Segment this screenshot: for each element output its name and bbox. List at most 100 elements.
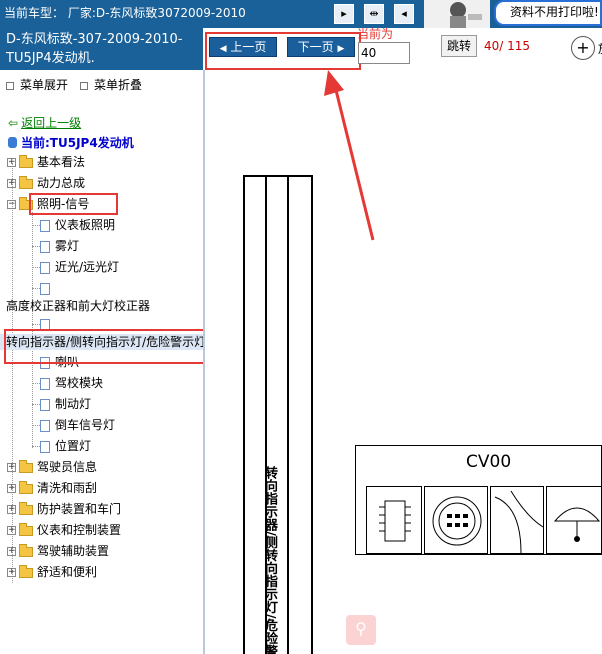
expand-icon[interactable]: + — [7, 526, 16, 535]
zoom-in-icon[interactable]: + — [571, 36, 595, 60]
annotation-box-nav — [205, 32, 361, 70]
database-icon — [8, 137, 17, 148]
annotation-box-lighting — [29, 193, 118, 215]
document-icon — [40, 219, 50, 232]
tree-item-label: 舒适和便利 — [37, 565, 98, 579]
page-number-input[interactable]: 40 — [358, 42, 410, 64]
folder-icon — [19, 522, 33, 536]
tree-item-label: 基本看法 — [37, 155, 86, 169]
tree-item-driver-info[interactable]: + 驾驶员信息 — [7, 459, 97, 475]
sidebar-tree: 菜单展开 菜单折叠 ⇦ 返回上一级 当前:TU5JP4发动机 + 基本看法 + 动力总… — [0, 70, 205, 654]
tree-item-label: 仪表板照明 — [55, 218, 116, 232]
diagram-viewer[interactable]: 转向指示器/侧转向指示灯/危险警告灯 CV00 ⚲ — [205, 70, 602, 654]
document-icon — [40, 440, 50, 453]
folder-icon — [19, 154, 33, 168]
document-icon — [40, 398, 50, 411]
tree-item-wash-wipe[interactable]: + 清洗和雨刮 — [7, 480, 97, 496]
tree-item-label: 高度校正器和前大灯校正器 — [6, 299, 151, 313]
diagram-vertical-title: 转向指示器/侧转向指示灯/危险警告灯 — [262, 466, 277, 654]
connector-box: CV00 — [355, 445, 602, 555]
expand-all-button[interactable]: 菜单展开 — [6, 76, 68, 93]
back-arrow-icon: ⇦ — [8, 116, 19, 130]
tree-item-instruments-controls[interactable]: + 仪表和控制装置 — [7, 522, 121, 538]
tree-guide — [12, 163, 13, 583]
document-icon — [40, 377, 50, 390]
wire-junction-icon — [490, 486, 544, 554]
mascot-image — [424, 0, 490, 28]
vehicle-title: D-东风标致-307-2009-2010- TU5JP4发动机. — [0, 28, 203, 70]
current-node: 当前:TU5JP4发动机 — [8, 134, 134, 151]
expand-icon[interactable]: + — [7, 568, 16, 577]
current-vehicle-text: 当前车型： 厂家:D-东风标致3072009-2010 — [4, 6, 246, 20]
current-page-label: 当前为 — [357, 27, 394, 41]
tree-item-label: 清洗和雨刮 — [37, 481, 98, 495]
back-link[interactable]: ⇦ 返回上一级 — [8, 114, 81, 131]
back-link-label: 返回上一级 — [21, 116, 82, 130]
tree-item-blank-1[interactable] — [40, 280, 55, 296]
chip-icon — [366, 486, 422, 554]
split-view-icon[interactable]: ⇹ — [364, 4, 384, 24]
tree-item-label: 近光/远光灯 — [55, 260, 120, 274]
tree-guide — [32, 324, 40, 325]
tree-item-label: 动力总成 — [37, 176, 86, 190]
tree-item-brake-light[interactable]: 制动灯 — [40, 396, 91, 412]
annotation-box-turn-signal — [4, 329, 203, 364]
page-indicator: 40/ 115 — [484, 39, 531, 53]
folder-icon — [19, 564, 33, 578]
tree-item-driving-assist[interactable]: + 驾驶辅助装置 — [7, 543, 109, 559]
document-icon — [40, 261, 50, 274]
expand-icon[interactable]: + — [7, 158, 16, 167]
expand-icon[interactable]: + — [7, 505, 16, 514]
page-toolbar: ◀ 上一页 下一页 ▶ 当前为 40 跳转 40/ 115 + 放 — [205, 27, 602, 70]
tree-item-label: 驾校模块 — [55, 376, 104, 390]
folder-icon — [19, 501, 33, 515]
expand-icon[interactable]: + — [7, 463, 16, 472]
tree-item-fog-light[interactable]: 雾灯 — [40, 238, 79, 254]
collapse-icon[interactable]: − — [7, 200, 16, 209]
lamp-icon — [546, 486, 602, 554]
folder-icon — [19, 480, 33, 494]
tree-item-headlight-leveler[interactable]: 高度校正器和前大灯校正器 — [6, 298, 150, 314]
collapse-all-label: 菜单折叠 — [94, 78, 143, 92]
search-icon[interactable]: ⚲ — [346, 615, 376, 645]
collapse-all-button[interactable]: 菜单折叠 — [80, 76, 142, 93]
tree-guide — [32, 446, 40, 447]
tree-item-reverse-light[interactable]: 倒车信号灯 — [40, 417, 115, 433]
tree-item-label: 位置灯 — [55, 439, 92, 453]
tree-guide — [32, 404, 40, 405]
document-icon — [40, 419, 50, 432]
tree-item-label: 防护装置和车门 — [37, 502, 122, 516]
current-node-label: 当前:TU5JP4发动机 — [21, 136, 134, 150]
expand-all-label: 菜单展开 — [20, 78, 69, 92]
single-page-icon[interactable]: ◂ — [394, 4, 414, 24]
tree-guide — [32, 383, 40, 384]
tree-item-dashboard-light[interactable]: 仪表板照明 — [40, 217, 115, 233]
jump-button[interactable]: 跳转 — [441, 35, 477, 57]
folder-icon — [19, 543, 33, 557]
tree-item-protection-doors[interactable]: + 防护装置和车门 — [7, 501, 121, 517]
connector-label: CV00 — [466, 452, 512, 472]
tree-item-basics[interactable]: + 基本看法 — [7, 154, 85, 170]
tree-item-label: 制动灯 — [55, 397, 92, 411]
tree-item-powertrain[interactable]: + 动力总成 — [7, 175, 85, 191]
no-print-note: 资料不用打印啦! — [494, 0, 602, 26]
tree-item-headlight[interactable]: 近光/远光灯 — [40, 259, 119, 275]
expand-icon[interactable]: + — [7, 179, 16, 188]
tree-item-position-light[interactable]: 位置灯 — [40, 438, 91, 454]
tree-guide — [32, 267, 40, 268]
play-icon[interactable]: ▸ — [334, 4, 354, 24]
diagram-divider — [287, 177, 289, 654]
document-icon — [40, 240, 50, 253]
tree-item-label: 倒车信号灯 — [55, 418, 116, 432]
tree-guide — [32, 225, 40, 226]
document-icon — [40, 282, 50, 295]
tree-guide — [32, 246, 40, 247]
expand-icon[interactable]: + — [7, 484, 16, 493]
tree-item-driving-school[interactable]: 驾校模块 — [40, 375, 103, 391]
expand-icon[interactable]: + — [7, 547, 16, 556]
tree-item-label: 驾驶员信息 — [37, 460, 98, 474]
tree-item-label: 仪表和控制装置 — [37, 523, 122, 537]
tree-guide — [32, 288, 40, 289]
tree-guide — [32, 425, 40, 426]
tree-item-comfort[interactable]: + 舒适和便利 — [7, 564, 97, 580]
